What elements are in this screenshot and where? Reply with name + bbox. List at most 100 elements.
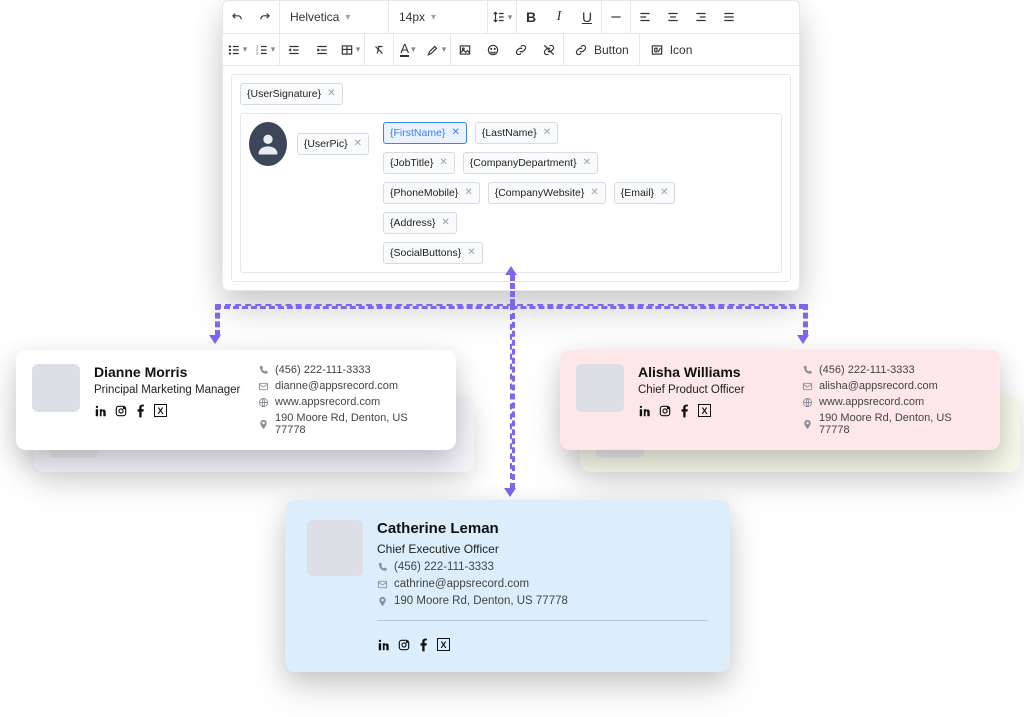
signature-card-left: Dianne Morris Principal Marketing Manage…: [16, 350, 456, 450]
connector-line: [510, 304, 515, 489]
avatar: [32, 364, 80, 412]
x-icon[interactable]: X: [698, 404, 711, 417]
token-user-signature[interactable]: {UserSignature} ✕: [240, 83, 343, 105]
x-icon[interactable]: X: [437, 638, 450, 651]
token-remove-icon[interactable]: ✕: [439, 158, 447, 168]
token-last-name[interactable]: {LastName} ✕: [475, 122, 558, 144]
phone-icon: [802, 365, 813, 376]
insert-icon-button[interactable]: Icon: [640, 34, 703, 66]
align-right-button[interactable]: [687, 1, 715, 33]
image-button[interactable]: [451, 34, 479, 66]
unordered-list-button[interactable]: [223, 34, 251, 66]
linkedin-icon[interactable]: [377, 638, 391, 652]
chevron-down-icon: [243, 44, 248, 55]
token-first-name[interactable]: {FirstName} ✕: [383, 122, 467, 144]
social-icons: X: [377, 638, 708, 652]
token-remove-icon[interactable]: ✕: [354, 139, 362, 149]
redo-icon: [258, 10, 272, 24]
token-remove-icon[interactable]: ✕: [464, 188, 472, 198]
line-height-icon: [492, 10, 506, 24]
connector-line: [215, 304, 220, 336]
token-social-buttons[interactable]: {SocialButtons}✕: [383, 242, 483, 264]
outdent-button[interactable]: [280, 34, 308, 66]
horizontal-rule-button[interactable]: [602, 1, 630, 33]
indent-button[interactable]: [308, 34, 336, 66]
token-label: {Email}: [621, 187, 654, 199]
person-title: Principal Marketing Manager: [94, 384, 244, 396]
chevron-down-icon: [411, 44, 416, 55]
facebook-icon[interactable]: [417, 638, 431, 652]
align-left-button[interactable]: [631, 1, 659, 33]
signature-layout-box: {UserPic} ✕ {FirstName} ✕ {LastName} ✕: [240, 113, 782, 273]
text-color-button[interactable]: A: [394, 34, 422, 66]
arrow-down: [504, 488, 516, 497]
arrow-down: [797, 335, 809, 344]
font-family-select[interactable]: Helvetica: [280, 1, 388, 33]
facebook-icon[interactable]: [134, 404, 148, 418]
email-icon: [802, 381, 813, 392]
font-size-select[interactable]: 14px: [389, 1, 487, 33]
social-icons: X: [94, 404, 244, 418]
signature-outer-box: {UserSignature} ✕ {UserPic} ✕: [231, 74, 791, 282]
phone-value: (456) 222-111-3333: [394, 561, 494, 573]
token-remove-icon[interactable]: ✕: [327, 89, 335, 99]
instagram-icon[interactable]: [397, 638, 411, 652]
linkedin-icon[interactable]: [638, 404, 652, 418]
email-icon: [377, 579, 388, 590]
ol-icon: 123: [255, 43, 269, 57]
highlight-icon: [426, 43, 440, 57]
avatar-placeholder: [249, 122, 287, 166]
highlight-button[interactable]: [422, 34, 450, 66]
linkedin-icon[interactable]: [94, 404, 108, 418]
x-icon[interactable]: X: [154, 404, 167, 417]
email-icon: [258, 381, 269, 392]
email-value: alisha@appsrecord.com: [819, 380, 938, 392]
undo-button[interactable]: [223, 1, 251, 33]
token-company-website[interactable]: {CompanyWebsite} ✕: [488, 182, 606, 204]
token-label: {UserSignature}: [247, 88, 321, 100]
tag-row: {UserSignature} ✕: [240, 83, 782, 105]
emoji-button[interactable]: [479, 34, 507, 66]
user-pic-column: {UserPic} ✕: [249, 122, 369, 166]
address-value: 190 Moore Rd, Denton, US 77778: [394, 595, 568, 607]
token-remove-icon[interactable]: ✕: [660, 188, 668, 198]
clear-formatting-button[interactable]: [365, 34, 393, 66]
token-user-pic[interactable]: {UserPic} ✕: [297, 133, 369, 155]
token-remove-icon[interactable]: ✕: [442, 218, 450, 228]
token-job-title[interactable]: {JobTitle} ✕: [383, 152, 455, 174]
redo-button[interactable]: [251, 1, 279, 33]
token-remove-icon[interactable]: ✕: [590, 188, 598, 198]
link-button[interactable]: [507, 34, 535, 66]
bold-button[interactable]: B: [517, 1, 545, 33]
connector-line: [803, 304, 808, 336]
align-justify-button[interactable]: [715, 1, 743, 33]
instagram-icon[interactable]: [114, 404, 128, 418]
underline-button[interactable]: U: [573, 1, 601, 33]
line-height-button[interactable]: [488, 1, 516, 33]
token-remove-icon[interactable]: ✕: [451, 128, 459, 138]
unlink-icon: [542, 43, 556, 57]
facebook-icon[interactable]: [678, 404, 692, 418]
hr-icon: [609, 10, 623, 24]
token-label: {Address}: [390, 217, 436, 229]
address-value: 190 Moore Rd, Denton, US 77778: [275, 412, 440, 436]
ordered-list-button[interactable]: 123: [251, 34, 279, 66]
table-button[interactable]: [336, 34, 364, 66]
insert-button-button[interactable]: Button: [564, 34, 639, 66]
italic-button[interactable]: I: [545, 1, 573, 33]
button-icon: [574, 43, 588, 57]
token-remove-icon[interactable]: ✕: [543, 128, 551, 138]
token-email[interactable]: {Email} ✕: [614, 182, 676, 204]
unlink-button[interactable]: [535, 34, 563, 66]
token-phone-mobile[interactable]: {PhoneMobile}✕: [383, 182, 480, 204]
token-address[interactable]: {Address} ✕: [383, 212, 457, 234]
social-icons: X: [638, 404, 788, 418]
instagram-icon[interactable]: [658, 404, 672, 418]
align-center-button[interactable]: [659, 1, 687, 33]
token-remove-icon[interactable]: ✕: [583, 158, 591, 168]
person-title: Chief Product Officer: [638, 384, 788, 396]
token-remove-icon[interactable]: ✕: [467, 248, 475, 258]
token-label: {CompanyWebsite}: [495, 187, 585, 199]
token-label: {JobTitle}: [390, 157, 433, 169]
token-company-department[interactable]: {CompanyDepartment}✕: [463, 152, 598, 174]
